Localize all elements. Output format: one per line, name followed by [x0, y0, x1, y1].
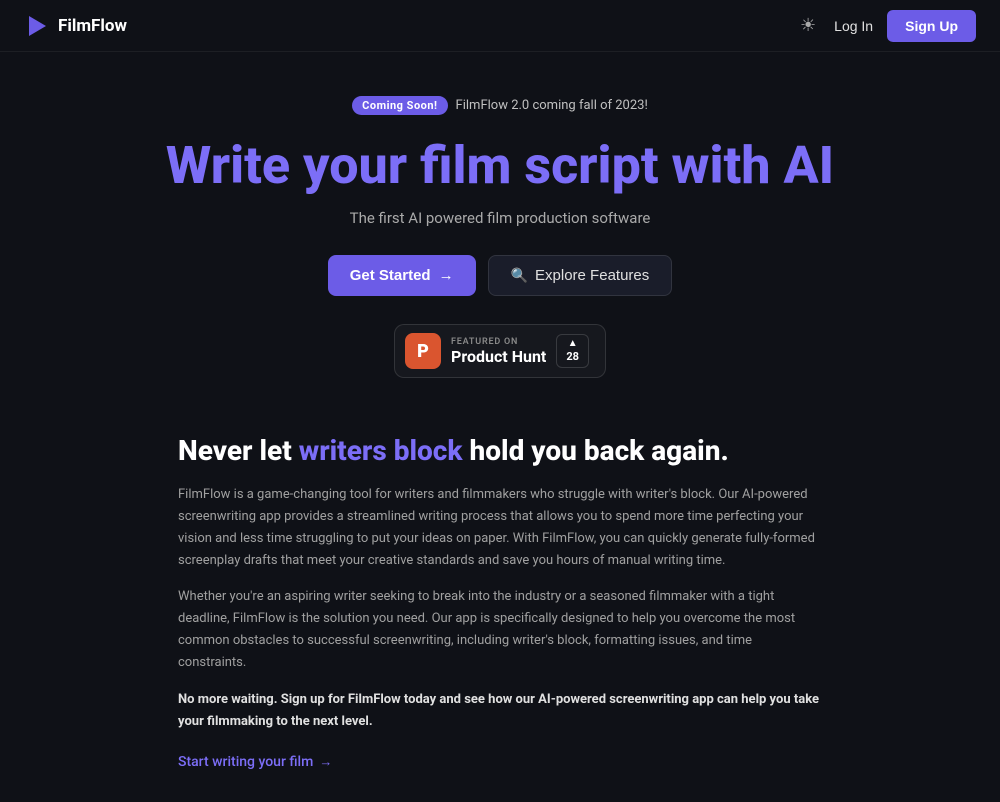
ph-featured-label: FEATURED ON — [451, 337, 518, 347]
hero-buttons: Get Started → 🔍 Explore Features — [328, 255, 673, 296]
upvote-arrow-icon: ▲ — [568, 339, 578, 349]
start-writing-label: Start writing your film — [178, 754, 313, 770]
nav-actions: ☀ Log In Sign Up — [796, 10, 976, 42]
signup-button[interactable]: Sign Up — [887, 10, 976, 42]
announcement-text: FilmFlow 2.0 coming fall of 2023! — [456, 98, 648, 113]
logo: FilmFlow — [24, 13, 127, 39]
explore-features-button[interactable]: 🔍 Explore Features — [488, 255, 673, 296]
start-writing-link[interactable]: Start writing your film → — [178, 754, 332, 770]
content-section: Never let writers block hold you back ag… — [0, 410, 1000, 802]
cta-arrow-icon: → — [319, 754, 332, 770]
coming-soon-badge: Coming Soon! — [352, 96, 447, 115]
announcement-banner: Coming Soon! FilmFlow 2.0 coming fall of… — [352, 96, 648, 115]
product-hunt-text: FEATURED ON Product Hunt — [451, 337, 546, 366]
section-title: Never let writers block hold you back ag… — [178, 434, 822, 468]
section-title-emphasis: writers block — [299, 434, 463, 467]
section-bold-cta: No more waiting. Sign up for FilmFlow to… — [178, 689, 822, 733]
section-title-rest: hold you back again. — [463, 434, 729, 467]
explore-features-label: Explore Features — [535, 267, 649, 284]
hero-section: Coming Soon! FilmFlow 2.0 coming fall of… — [0, 52, 1000, 410]
product-hunt-badge[interactable]: P FEATURED ON Product Hunt ▲ 28 — [394, 324, 606, 378]
search-icon: 🔍 — [511, 267, 528, 284]
section-paragraph-1: FilmFlow is a game-changing tool for wri… — [178, 484, 822, 572]
section-paragraph-2: Whether you're an aspiring writer seekin… — [178, 586, 822, 674]
get-started-button[interactable]: Get Started → — [328, 255, 476, 296]
ph-upvote-button[interactable]: ▲ 28 — [556, 334, 589, 368]
get-started-label: Get Started — [350, 267, 431, 284]
filmflow-logo-icon — [24, 13, 50, 39]
logo-text: FilmFlow — [58, 16, 127, 36]
hero-subtitle: The first AI powered film production sof… — [350, 209, 651, 227]
ph-upvote-count: 28 — [566, 350, 579, 363]
hero-title: Write your film script with AI — [166, 137, 834, 195]
navbar: FilmFlow ☀ Log In Sign Up — [0, 0, 1000, 52]
login-button[interactable]: Log In — [834, 18, 873, 34]
section-title-plain: Never let — [178, 434, 299, 467]
product-hunt-logo-icon: P — [405, 333, 441, 369]
arrow-right-icon: → — [439, 267, 454, 284]
theme-toggle-button[interactable]: ☀ — [796, 11, 820, 40]
ph-name-label: Product Hunt — [451, 347, 546, 366]
